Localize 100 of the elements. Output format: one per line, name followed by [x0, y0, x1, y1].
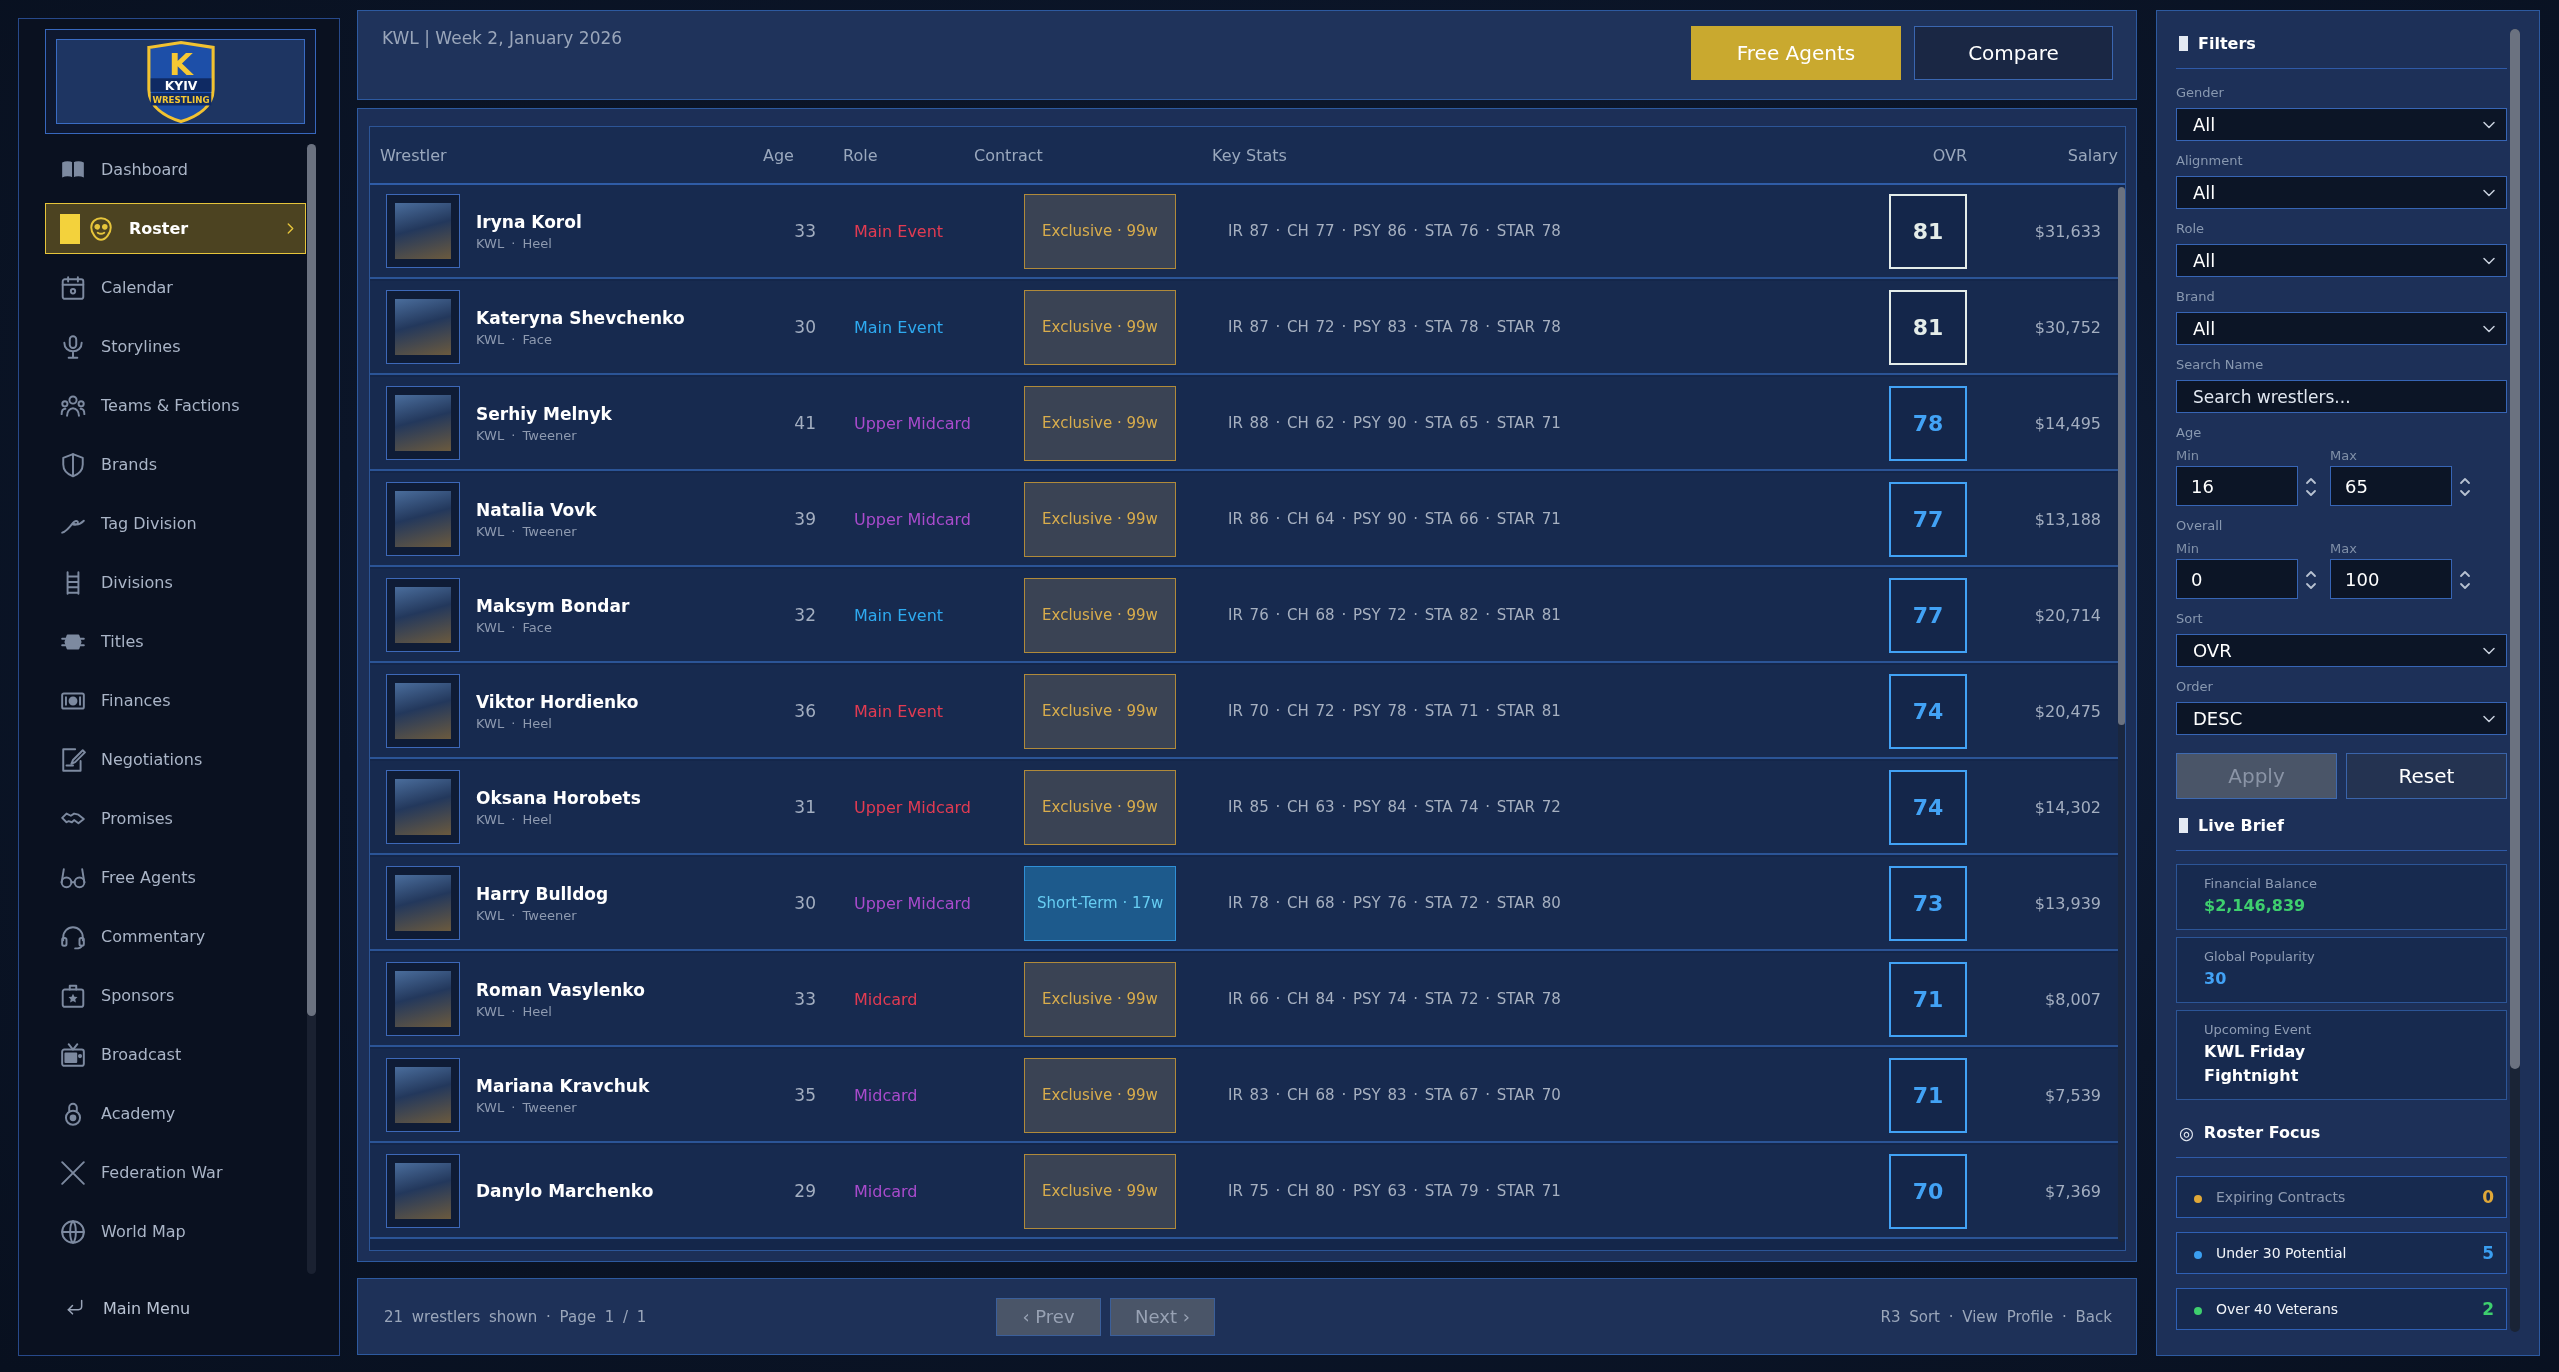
- number-field[interactable]: 0: [2176, 559, 2298, 599]
- dropdown[interactable]: All: [2176, 312, 2507, 345]
- field-label: Age: [2176, 425, 2202, 441]
- table-row[interactable]: Natalia Vovk KWL · Tweener 39 Upper Midcard Exclusive · 99w IR 86 · CH 64 · PSY 90 · STA 66 · STAR 71 77 $13,188: [370, 473, 2118, 567]
- sidebar-item[interactable]: Roster: [45, 203, 306, 254]
- table-row[interactable]: Serhiy Melnyk KWL · Tweener 41 Upper Midcard Exclusive · 99w IR 88 · CH 62 · PSY 90 · STA 65 · STAR 71 78 $14,495: [370, 377, 2118, 471]
- salary-text: $7,539: [2045, 1085, 2101, 1105]
- sidebar-item[interactable]: Negotiations: [45, 734, 306, 785]
- wrestler-details: KWL · Heel: [476, 715, 552, 731]
- scrollbar-thumb[interactable]: [307, 144, 316, 1016]
- wrestler-details: KWL · Tweener: [476, 907, 577, 923]
- number-field[interactable]: 100: [2330, 559, 2452, 599]
- table-row[interactable]: Mariana Kravchuk KWL · Tweener 35 Midcard Exclusive · 99w IR 83 · CH 68 · PSY 83 · STA 67 · STAR 70 71 $7,539: [370, 1049, 2118, 1143]
- table-row[interactable]: Kateryna Shevchenko KWL · Face 30 Main Event Exclusive · 99w IR 87 · CH 72 · PSY 83 · STA 78 · STAR 78 81 $30,752: [370, 281, 2118, 375]
- wrestler-details: KWL · Tweener: [476, 1099, 577, 1115]
- spinner-arrows-icon[interactable]: [2459, 475, 2471, 499]
- chevron-right-icon: [286, 222, 295, 235]
- sidebar-item[interactable]: Free Agents: [45, 852, 306, 903]
- section-title: Filters: [2198, 34, 2256, 53]
- table-row[interactable]: Maksym Bondar KWL · Face 32 Main Event Exclusive · 99w IR 76 · CH 68 · PSY 72 · STA 82 · STAR 81 77 $20,714: [370, 569, 2118, 663]
- focus-item[interactable]: Under 30 Potential 5: [2176, 1232, 2507, 1274]
- ovr-rating: 71: [1889, 1057, 1967, 1133]
- wrestler-name: Maksym Bondar: [476, 595, 630, 616]
- dropdown[interactable]: All: [2176, 108, 2507, 141]
- sidebar-item[interactable]: Federation War: [45, 1147, 306, 1198]
- table-row[interactable]: Danylo Marchenko 29 Midcard Exclusive · 99w IR 75 · CH 80 · PSY 63 · STA 79 · STAR 71 70 $7,369: [370, 1145, 2118, 1239]
- target-icon: ◎: [2179, 1122, 2194, 1143]
- wrestler-name: Serhiy Melnyk: [476, 403, 612, 424]
- number-field[interactable]: 16: [2176, 466, 2298, 506]
- wrestler-name: Roman Vasylenko: [476, 979, 645, 1000]
- column-header[interactable]: Role: [843, 145, 878, 165]
- tv-icon: [60, 1041, 86, 1068]
- dropdown[interactable]: OVR: [2176, 634, 2507, 667]
- column-header[interactable]: Wrestler: [380, 145, 447, 165]
- column-header[interactable]: Key Stats: [1212, 145, 1287, 165]
- role-text: Upper Midcard: [854, 893, 971, 913]
- scrollbar-thumb[interactable]: [2510, 29, 2520, 1069]
- column-header[interactable]: Salary: [2067, 145, 2118, 165]
- sidebar-item[interactable]: Sponsors: [45, 970, 306, 1021]
- sidebar-item[interactable]: Divisions: [45, 557, 306, 608]
- wrestler-name: Viktor Hordienko: [476, 691, 639, 712]
- column-header[interactable]: Contract: [974, 145, 1043, 165]
- role-text: Upper Midcard: [854, 797, 971, 817]
- stat-value: 30: [2204, 968, 2227, 990]
- sidebar-item[interactable]: Finances: [45, 675, 306, 726]
- scrollbar-thumb[interactable]: [2118, 187, 2125, 725]
- sidebar-item[interactable]: Storylines: [45, 321, 306, 372]
- dropdown[interactable]: All: [2176, 244, 2507, 277]
- column-header[interactable]: Age: [763, 145, 794, 165]
- role-text: Main Event: [854, 317, 944, 337]
- main-menu-button[interactable]: Main Menu: [45, 1288, 191, 1328]
- field-label: Sort: [2176, 611, 2203, 627]
- chevron-down-icon: [2482, 323, 2496, 334]
- dropdown[interactable]: All: [2176, 176, 2507, 209]
- sidebar-item[interactable]: Commentary: [45, 911, 306, 962]
- sidebar-item[interactable]: Tag Division: [45, 498, 306, 549]
- table-row[interactable]: Iryna Korol KWL · Heel 33 Main Event Exclusive · 99w IR 87 · CH 77 · PSY 86 · STA 76 · STAR 78 81 $31,633: [370, 185, 2118, 279]
- selection-bar-icon: [60, 213, 80, 244]
- compare-button[interactable]: Compare: [1914, 26, 2113, 80]
- wrestler-details: KWL · Tweener: [476, 523, 577, 539]
- sidebar-item[interactable]: Broadcast: [45, 1029, 306, 1080]
- search-field[interactable]: Search wrestlers...: [2176, 380, 2507, 413]
- focus-item[interactable]: Over 40 Veterans 2: [2176, 1288, 2507, 1330]
- table-row[interactable]: Viktor Hordienko KWL · Heel 36 Main Event Exclusive · 99w IR 70 · CH 72 · PSY 78 · STA 71 · STAR 81 74 $20,475: [370, 665, 2118, 759]
- spinner-arrows-icon[interactable]: [2305, 568, 2317, 592]
- table-row[interactable]: Harry Bulldog KWL · Tweener 30 Upper Midcard Short-Term · 17w IR 78 · CH 68 · PSY 76 · STA 72 · STAR 80 73 $13,939: [370, 857, 2118, 951]
- focus-item[interactable]: Expiring Contracts 0: [2176, 1176, 2507, 1218]
- wrestler-name: Oksana Horobets: [476, 787, 641, 808]
- salary-text: $20,714: [2034, 605, 2101, 625]
- spinner-arrows-icon[interactable]: [2459, 568, 2471, 592]
- sidebar-item[interactable]: Teams & Factions: [45, 380, 306, 431]
- role-text: Upper Midcard: [854, 413, 971, 433]
- age-text: 41: [794, 413, 816, 433]
- spinner-arrows-icon[interactable]: [2305, 475, 2317, 499]
- sidebar-item[interactable]: Promises: [45, 793, 306, 844]
- stat-label: Financial Balance: [2204, 876, 2317, 891]
- wrestler-details: KWL · Heel: [476, 1003, 552, 1019]
- age-text: 35: [794, 1085, 816, 1105]
- briefcase-icon: [60, 982, 86, 1009]
- key-stats-text: IR 83 · CH 68 · PSY 83 · STA 67 · STAR 70: [1228, 1086, 1561, 1104]
- reset-button[interactable]: Reset: [2346, 753, 2507, 799]
- sidebar-item[interactable]: Dashboard: [45, 144, 306, 195]
- sidebar-item[interactable]: World Map: [45, 1206, 306, 1257]
- dropdown[interactable]: DESC: [2176, 702, 2507, 735]
- sidebar-item[interactable]: Academy: [45, 1088, 306, 1139]
- sidebar-item[interactable]: Calendar: [45, 262, 306, 313]
- sidebar-item[interactable]: Titles: [45, 616, 306, 667]
- table-row[interactable]: Roman Vasylenko KWL · Heel 33 Midcard Exclusive · 99w IR 66 · CH 84 · PSY 74 · STA 72 · STAR 78 71 $8,007: [370, 953, 2118, 1047]
- age-text: 30: [794, 893, 816, 913]
- number-field[interactable]: 65: [2330, 466, 2452, 506]
- wrestler-name: Iryna Korol: [476, 211, 582, 232]
- column-header[interactable]: OVR: [1932, 145, 1967, 165]
- field-label: Alignment: [2176, 153, 2243, 169]
- chevron-down-icon: [2482, 119, 2496, 130]
- age-text: 33: [794, 221, 816, 241]
- wrestler-details: KWL · Tweener: [476, 427, 577, 443]
- table-row[interactable]: Oksana Horobets KWL · Heel 31 Upper Midcard Exclusive · 99w IR 85 · CH 63 · PSY 84 · STA 74 · STAR 72 74 $14,302: [370, 761, 2118, 855]
- key-stats-text: IR 78 · CH 68 · PSY 76 · STA 72 · STAR 80: [1228, 894, 1561, 912]
- age-text: 30: [794, 317, 816, 337]
- sidebar-item[interactable]: Brands: [45, 439, 306, 490]
